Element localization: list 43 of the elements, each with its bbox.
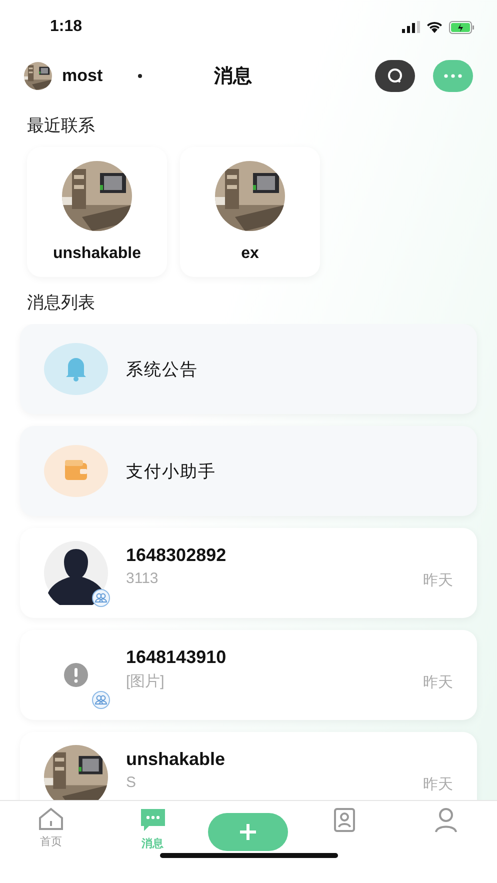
wifi-icon	[426, 21, 443, 33]
dropdown-icon[interactable]	[136, 73, 143, 79]
group-icon	[92, 691, 110, 709]
section-title: 消息列表	[26, 292, 96, 314]
message-card[interactable]: 1648302892 3113 昨天	[20, 528, 477, 618]
message-card[interactable]: 支付小助手	[20, 426, 477, 516]
message-preview: S	[126, 774, 138, 791]
message-card[interactable]: 1648143910 [图片] 昨天	[20, 630, 477, 720]
contact-name: unshakable	[52, 245, 142, 263]
chat-name: 1648143910	[126, 647, 228, 668]
more-icon	[444, 74, 462, 78]
home-icon	[38, 807, 64, 831]
contact-card[interactable]: unshakable	[27, 147, 167, 277]
plus-icon	[239, 823, 258, 841]
wallet-icon	[44, 445, 108, 497]
message-time: 昨天	[423, 673, 453, 692]
chat-name: 1648302892	[126, 545, 228, 566]
message-preview: 3113	[126, 570, 160, 587]
person-icon	[433, 807, 460, 833]
message-time: 昨天	[423, 775, 453, 794]
contact-card[interactable]: ex	[180, 147, 320, 277]
avatar-silhouette-icon	[44, 541, 108, 605]
user-name[interactable]: most	[62, 66, 103, 86]
chat-name: 支付小助手	[126, 460, 217, 482]
message-card[interactable]: unshakable S 昨天	[20, 732, 477, 800]
battery-icon	[449, 20, 475, 34]
message-card[interactable]: 系统公告	[20, 324, 477, 414]
search-icon	[386, 67, 404, 85]
alert-icon	[64, 663, 88, 687]
chat-icon	[138, 807, 167, 833]
message-preview: [图片]	[126, 672, 166, 691]
contact-name: ex	[241, 245, 259, 263]
contacts-icon	[331, 807, 358, 833]
group-icon	[92, 589, 110, 607]
message-time: 昨天	[423, 571, 453, 590]
page-title: 消息	[214, 65, 253, 89]
bell-icon	[44, 343, 108, 395]
section-title: 最近联系	[26, 115, 96, 137]
status-time: 1:18	[50, 18, 82, 36]
chat-name: 系统公告	[126, 358, 199, 380]
signal-icon	[402, 21, 420, 33]
search-button[interactable]	[375, 60, 415, 92]
chat-name: unshakable	[126, 749, 226, 770]
